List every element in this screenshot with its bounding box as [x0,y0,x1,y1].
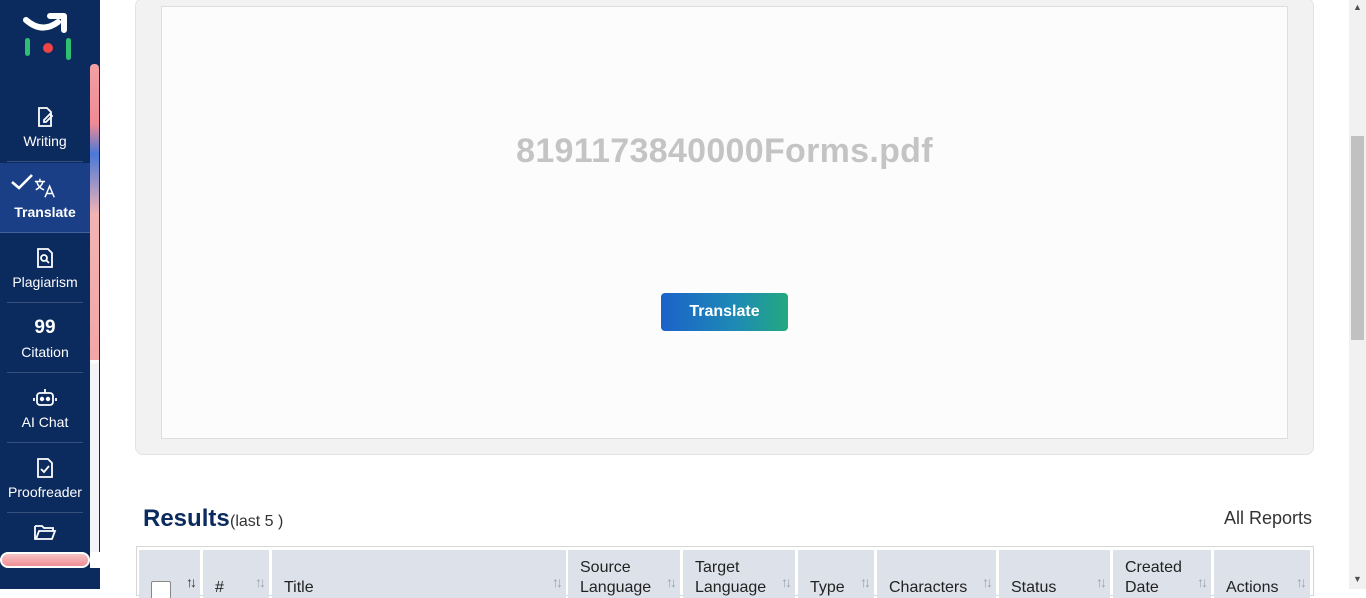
sidebar-scrollbar-track [90,360,99,555]
column-header-status[interactable]: Status ↑↓ [999,550,1110,598]
column-header-target-language[interactable]: Target Language ↑↓ [683,550,795,598]
sort-icon[interactable]: ↑↓ [1197,572,1208,592]
sidebar-item-label: Translate [14,203,76,220]
page-scrollbar-thumb[interactable] [1351,136,1364,340]
sort-icon[interactable]: ↑↓ [860,572,871,592]
column-header-label: Created Date [1125,559,1182,596]
column-header-label: Characters [889,579,968,596]
sidebar: Writing Translate Plagiarism 99 Citation [0,0,100,589]
sort-icon[interactable]: ↑↓ [666,572,677,592]
column-header-label: Source Language [580,559,652,596]
column-header-label: Target Language [695,559,767,596]
column-header-number[interactable]: # ↑↓ [203,550,269,598]
sidebar-scrollbar-thumb[interactable] [90,64,99,364]
check-icon [11,174,33,190]
sidebar-item-citation[interactable]: 99 Citation [7,303,83,373]
folder-icon [33,520,57,544]
column-header-label: # [215,579,224,596]
sidebar-item-plagiarism[interactable]: Plagiarism [7,233,83,303]
sidebar-horizontal-scrollbar[interactable] [0,552,90,568]
sidebar-item-label: Plagiarism [12,273,78,290]
page-scrollbar[interactable]: ▲ ▼ [1349,0,1366,589]
sort-icon[interactable]: ↑↓ [552,572,563,592]
uploaded-file-name: 8191173840000Forms.pdf [516,132,933,170]
sidebar-item-proofreader[interactable]: Proofreader [7,443,83,513]
column-header-type[interactable]: Type ↑↓ [798,550,874,598]
sidebar-item-translate[interactable]: Translate [0,163,90,233]
sidebar-item-label: Proofreader [8,483,82,500]
sort-icon[interactable]: ↑↓ [186,572,197,592]
quote-icon: 99 [34,316,56,338]
column-header-select[interactable]: ↑↓ [139,550,200,598]
column-header-title[interactable]: Title ↑↓ [272,550,566,598]
sort-icon[interactable]: ↑↓ [255,572,266,592]
document-check-icon [33,456,57,480]
translate-button[interactable]: Translate [661,293,788,331]
sidebar-item-ai-chat[interactable]: AI Chat [7,373,83,443]
scrollbar-corner [90,552,100,568]
column-header-characters[interactable]: Characters ↑↓ [877,550,996,598]
scroll-down-arrow-icon[interactable]: ▼ [1353,574,1362,584]
file-drop-zone[interactable]: 8191173840000Forms.pdf [161,6,1288,439]
app-logo[interactable] [20,12,76,64]
sidebar-item-label: Writing [23,132,67,149]
results-title: Results [143,505,230,532]
column-header-source-language[interactable]: Source Language ↑↓ [568,550,680,598]
select-all-checkbox[interactable] [151,581,171,598]
all-reports-link[interactable]: All Reports [1224,508,1312,529]
sidebar-item-label: AI Chat [21,413,69,430]
scroll-up-arrow-icon[interactable]: ▲ [1353,2,1362,12]
sort-icon[interactable]: ↑↓ [781,572,792,592]
sort-icon[interactable]: ↑↓ [1296,572,1307,592]
column-header-actions[interactable]: Actions ↑↓ [1214,550,1310,598]
column-header-label: Actions [1226,579,1279,596]
column-header-created-date[interactable]: Created Date ↑↓ [1113,550,1211,598]
translate-icon [33,176,57,200]
sidebar-item-label: Citation [21,343,69,360]
sort-icon[interactable]: ↑↓ [982,572,993,592]
sidebar-item-writing[interactable]: Writing [7,92,83,162]
column-header-label: Status [1011,579,1057,596]
robot-icon [33,386,57,410]
column-header-label: Type [810,579,845,596]
column-header-label: Title [284,579,314,596]
results-subtitle: (last 5 ) [230,513,284,530]
sidebar-item-folder[interactable] [7,513,83,583]
sort-icon[interactable]: ↑↓ [1096,572,1107,592]
document-search-icon [33,246,57,270]
document-edit-icon [33,105,57,129]
